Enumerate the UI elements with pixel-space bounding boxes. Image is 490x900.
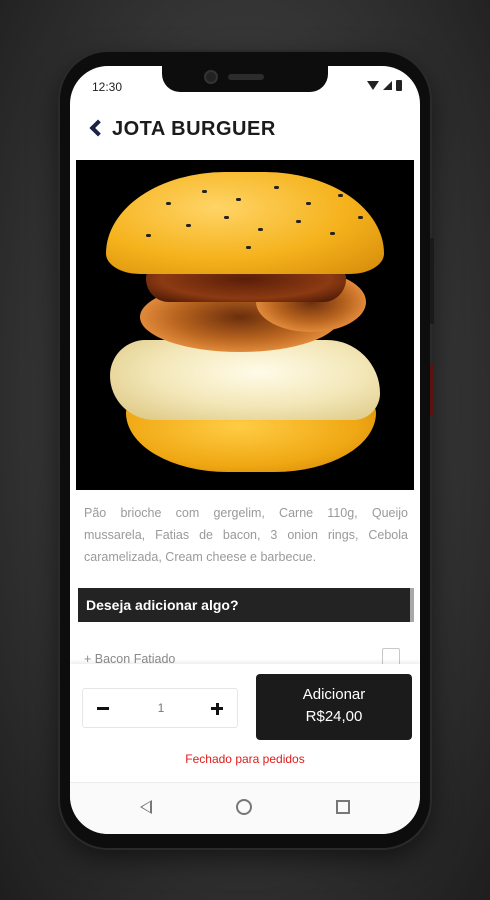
sesame-seed bbox=[186, 224, 191, 227]
signal-icon bbox=[383, 81, 392, 90]
status-bar: 12:30 bbox=[70, 76, 420, 96]
add-button-label: Adicionar bbox=[302, 686, 366, 703]
burger-cheese bbox=[110, 340, 380, 420]
closed-message: Fechado para pedidos bbox=[185, 752, 305, 766]
triangle-back-icon[interactable] bbox=[140, 800, 152, 814]
sesame-seed bbox=[338, 194, 343, 197]
add-button-price: R$24,00 bbox=[305, 708, 363, 725]
square-recents-icon[interactable] bbox=[336, 800, 350, 814]
sesame-seed bbox=[306, 202, 311, 205]
sesame-seed bbox=[224, 216, 229, 219]
addons-section-title: Deseja adicionar algo? bbox=[86, 597, 239, 613]
sesame-seed bbox=[274, 186, 279, 189]
product-description: Pão brioche com gergelim, Carne 110g, Qu… bbox=[84, 506, 408, 564]
power-button bbox=[430, 364, 434, 416]
plus-icon[interactable] bbox=[197, 689, 237, 727]
order-panel: 1 Adicionar R$24,00 Fechado para pedidos bbox=[70, 664, 420, 776]
phone-frame: 12:30 JOTA BURGUER Pão brioche com gerge… bbox=[60, 52, 434, 848]
circle-home-icon[interactable] bbox=[236, 799, 252, 815]
status-icons bbox=[367, 80, 402, 91]
product-image bbox=[76, 160, 414, 490]
battery-icon bbox=[396, 80, 402, 91]
sesame-seed bbox=[166, 202, 171, 205]
sesame-seed bbox=[358, 216, 363, 219]
sesame-seed bbox=[330, 232, 335, 235]
chevron-left-icon[interactable] bbox=[89, 119, 107, 137]
sesame-seed bbox=[202, 190, 207, 193]
add-to-cart-button[interactable]: Adicionar R$24,00 bbox=[256, 674, 412, 740]
minus-icon[interactable] bbox=[83, 689, 123, 727]
app-header: JOTA BURGUER bbox=[70, 112, 420, 146]
page-title: JOTA BURGUER bbox=[112, 118, 276, 140]
volume-button bbox=[430, 238, 434, 324]
quantity-value: 1 bbox=[157, 701, 165, 715]
screen: 12:30 JOTA BURGUER Pão brioche com gerge… bbox=[70, 66, 420, 834]
addons-section-header: Deseja adicionar algo? bbox=[78, 588, 414, 622]
status-time: 12:30 bbox=[92, 80, 123, 94]
sesame-seed bbox=[246, 246, 251, 249]
burger-bun-top bbox=[106, 172, 384, 274]
sesame-seed bbox=[236, 198, 241, 201]
quantity-stepper: 1 bbox=[82, 688, 238, 728]
wifi-icon bbox=[367, 81, 379, 90]
sesame-seed bbox=[258, 228, 263, 231]
sesame-seed bbox=[146, 234, 151, 237]
system-navigation-bar bbox=[70, 782, 420, 834]
sesame-seed bbox=[296, 220, 301, 223]
